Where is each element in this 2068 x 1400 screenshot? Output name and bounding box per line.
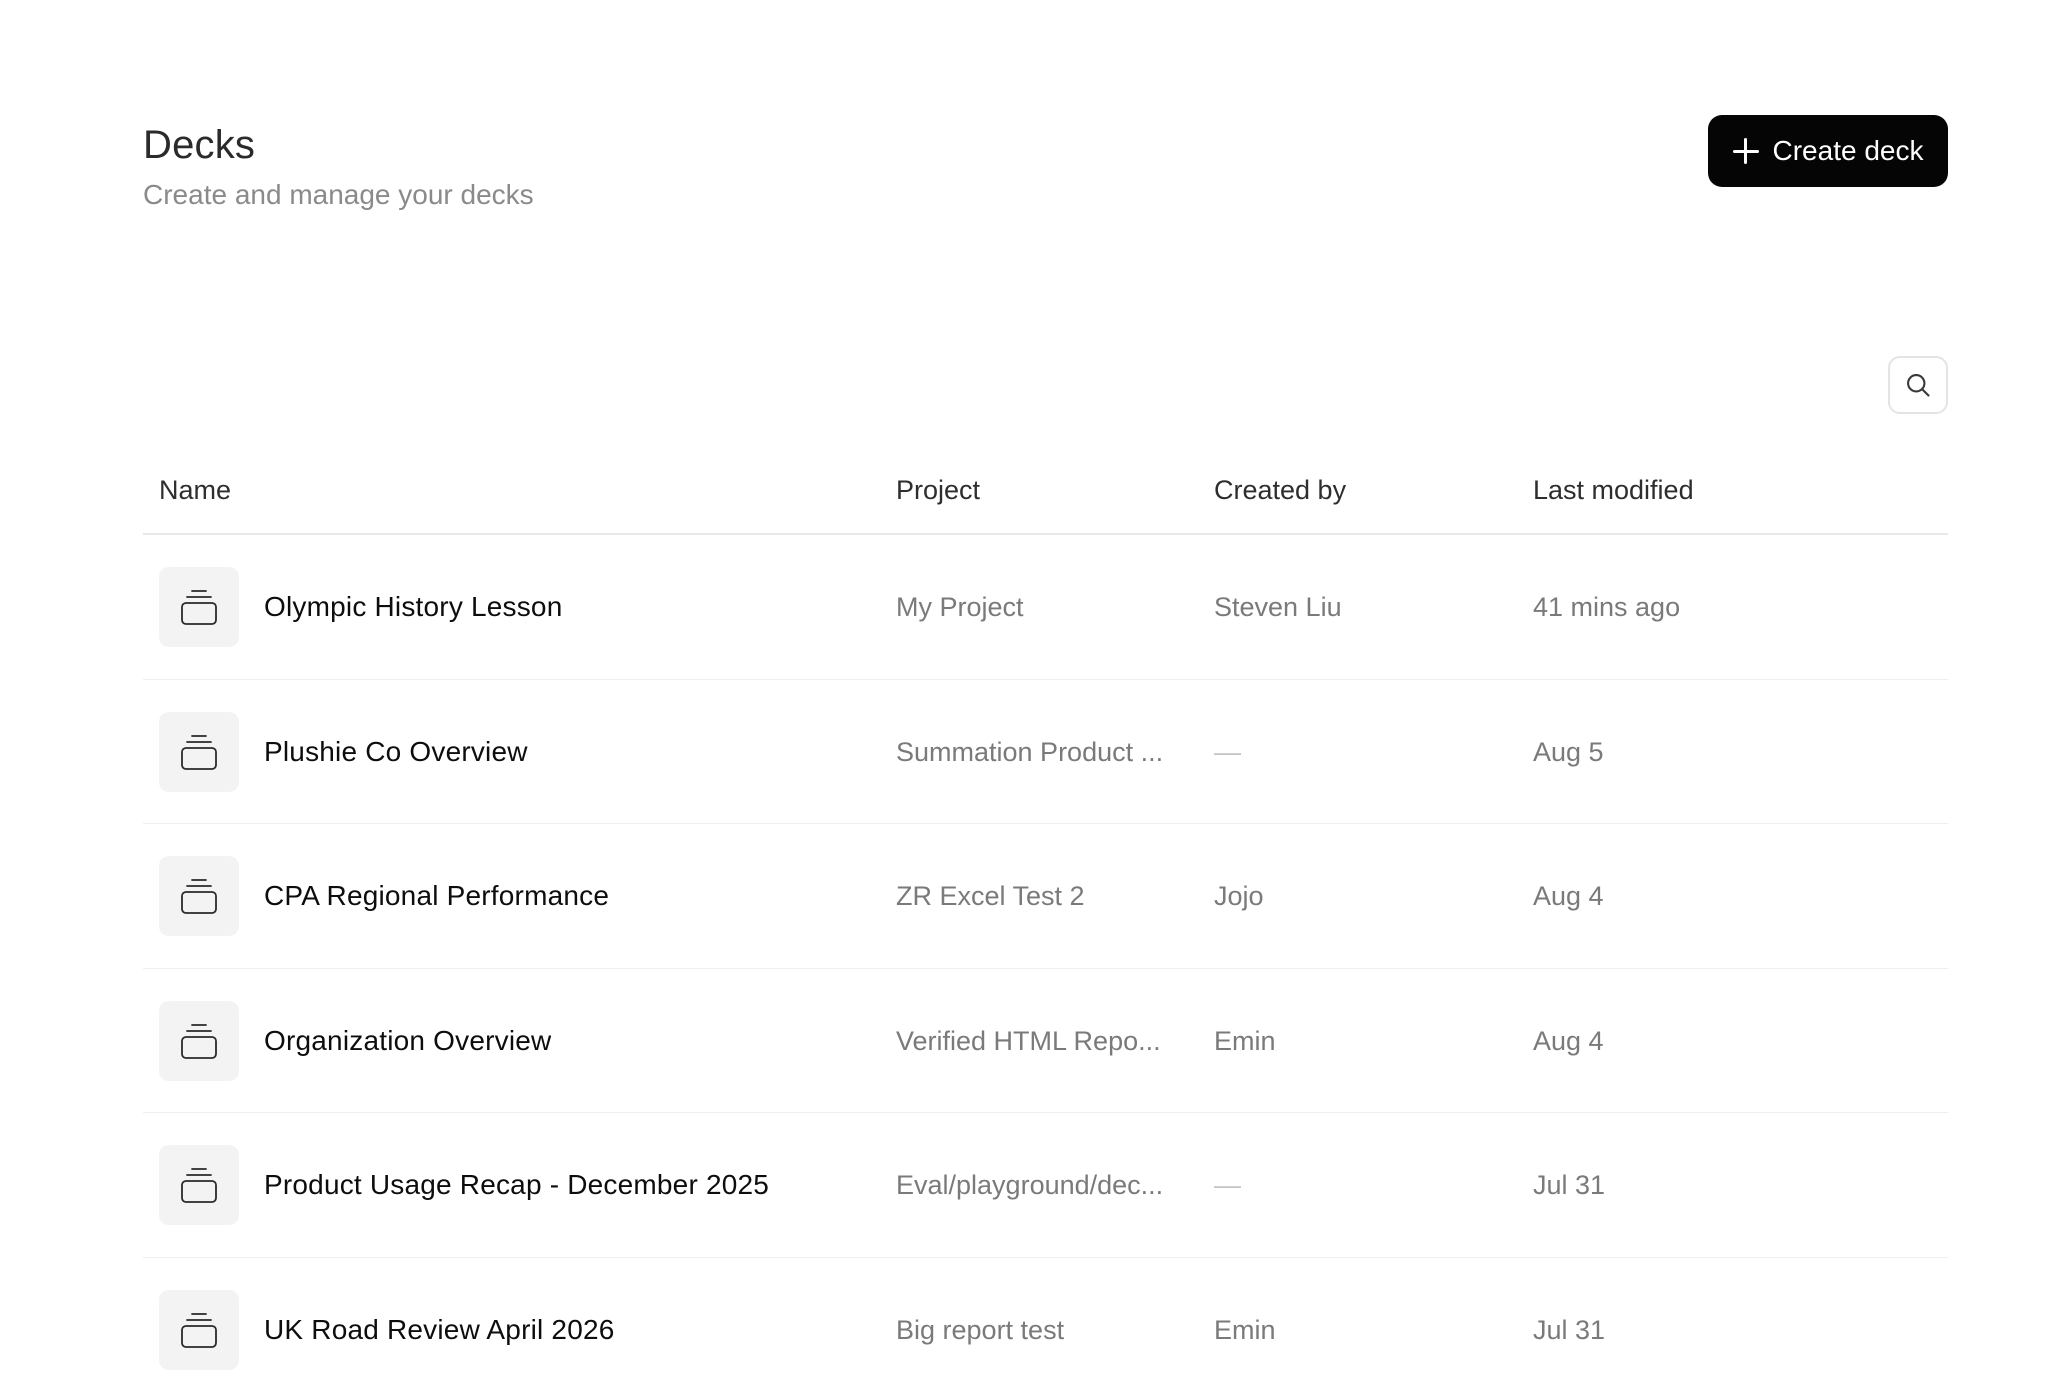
deck-icon — [159, 711, 239, 792]
deck-project: ZR Excel Test 2 — [896, 881, 1085, 911]
column-header-created-by[interactable]: Created by — [1214, 460, 1346, 535]
deck-project: My Project — [896, 592, 1024, 622]
deck-created-by: Emin — [1214, 1025, 1276, 1056]
table-row[interactable]: Organization Overview Verified HTML Repo… — [143, 969, 1948, 1114]
column-header-last-modified[interactable]: Last modified — [1533, 460, 1694, 535]
column-header-project[interactable]: Project — [896, 460, 980, 535]
create-deck-button[interactable]: Create deck — [1708, 115, 1948, 187]
deck-last-modified: Jul 31 — [1533, 1314, 1606, 1345]
decks-page: Decks Create and manage your decks Creat… — [0, 0, 2068, 1400]
deck-icon — [159, 567, 239, 647]
create-deck-label: Create deck — [1772, 135, 1924, 166]
deck-last-modified: Aug 4 — [1533, 1025, 1604, 1056]
deck-project: Eval/playground/dec... — [896, 1170, 1164, 1200]
deck-created-by: — — [1214, 1170, 1241, 1200]
table-header: Name Project Created by Last modified — [143, 460, 1948, 535]
table-row[interactable]: CPA Regional Performance ZR Excel Test 2… — [143, 824, 1948, 969]
deck-created-by: Jojo — [1214, 881, 1264, 911]
plus-icon — [1732, 138, 1759, 164]
deck-icon — [159, 1289, 239, 1370]
deck-name[interactable]: Plushie Co Overview — [264, 680, 528, 825]
table-row[interactable]: Plushie Co Overview Summation Product ..… — [143, 680, 1948, 825]
deck-icon — [159, 1000, 239, 1081]
page-title: Decks — [143, 123, 256, 167]
deck-name[interactable]: UK Road Review April 2026 — [264, 1258, 615, 1400]
decks-table: Name Project Created by Last modified Ol… — [143, 460, 1948, 1400]
deck-last-modified: Jul 31 — [1533, 1170, 1606, 1200]
deck-project: Summation Product ... — [896, 736, 1164, 767]
deck-created-by: — — [1214, 736, 1241, 767]
deck-name[interactable]: Olympic History Lesson — [264, 535, 562, 680]
deck-name[interactable]: Organization Overview — [264, 969, 551, 1114]
deck-last-modified: Aug 5 — [1533, 736, 1604, 767]
deck-last-modified: Aug 4 — [1533, 881, 1604, 911]
deck-project: Big report test — [896, 1314, 1065, 1345]
column-header-name[interactable]: Name — [159, 460, 231, 535]
deck-icon — [159, 856, 239, 936]
table-row[interactable]: UK Road Review April 2026 Big report tes… — [143, 1258, 1948, 1400]
table-row[interactable]: Olympic History Lesson My Project Steven… — [143, 535, 1948, 680]
deck-last-modified: 41 mins ago — [1533, 592, 1681, 622]
page-header: Decks Create and manage your decks — [143, 118, 534, 214]
search-icon — [1907, 374, 1930, 397]
deck-name[interactable]: CPA Regional Performance — [264, 824, 609, 969]
page-subtitle: Create and manage your decks — [143, 179, 534, 210]
deck-project: Verified HTML Repo... — [896, 1025, 1161, 1056]
deck-created-by: Emin — [1214, 1314, 1276, 1345]
search-button[interactable] — [1888, 356, 1948, 414]
deck-name[interactable]: Product Usage Recap - December 2025 — [264, 1113, 769, 1258]
table-row[interactable]: Product Usage Recap - December 2025 Eval… — [143, 1113, 1948, 1258]
table-body: Olympic History Lesson My Project Steven… — [143, 535, 1948, 1400]
deck-created-by: Steven Liu — [1214, 592, 1342, 622]
deck-icon — [159, 1145, 239, 1225]
